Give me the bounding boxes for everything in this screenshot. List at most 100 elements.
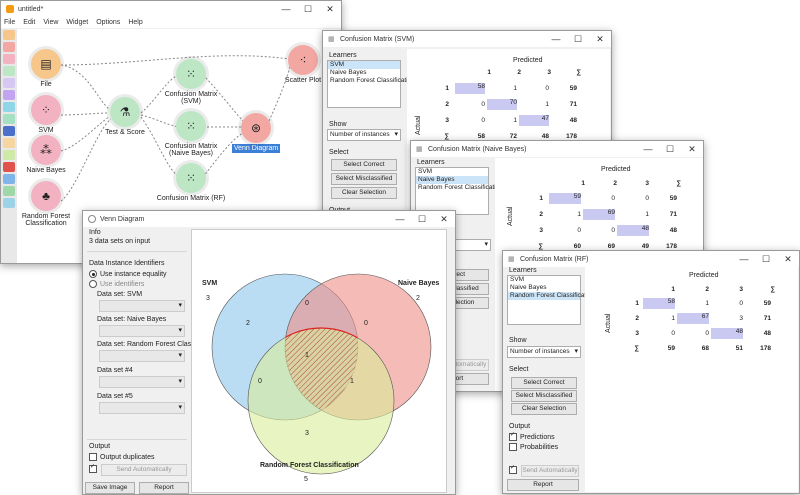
matrix-cell[interactable]: 1 [519,101,549,108]
matrix-cell[interactable]: 1 [487,117,517,124]
close-icon[interactable]: ✕ [681,141,703,157]
matrix-cell[interactable]: 58 [455,83,485,94]
minimize-icon[interactable]: — [733,251,755,267]
minimize-icon[interactable]: — [545,31,567,47]
report-button[interactable]: port [451,373,489,385]
menu-edit[interactable]: Edit [23,19,35,26]
show-combo[interactable]: Number of instances [327,129,401,141]
checkbox-icon[interactable] [89,463,97,473]
node-svm[interactable]: ⁘ SVM [11,95,81,134]
learners-list[interactable]: SVM Naive Bayes Random Forest Classifica… [507,275,595,325]
clear-selection-button[interactable]: Clear Selection [331,187,397,199]
matrix-cell[interactable]: 0 [583,195,615,202]
matrix-cell[interactable]: 47 [519,115,549,126]
menu-options[interactable]: Options [96,19,120,26]
matrix-cell[interactable]: 0 [643,330,675,337]
menu-widget[interactable]: Widget [66,19,88,26]
matrix-cell[interactable]: 0 [519,85,549,92]
list-item[interactable]: Random Forest Classification [508,292,595,300]
matrix-cell[interactable]: 0 [677,330,709,337]
list-item[interactable]: Naive Bayes [416,176,488,184]
send-automatically-button[interactable]: utomatically [451,359,489,371]
checkbox-icon[interactable] [509,464,517,474]
select-misclassified-button[interactable]: classified [451,283,489,295]
maximize-icon[interactable]: ☐ [297,1,319,17]
matrix-cell[interactable]: 48 [711,328,743,339]
instance-equality-radio[interactable]: Use instance equality [89,270,167,278]
matrix-cell[interactable]: 0 [583,227,615,234]
minimize-icon[interactable]: — [275,1,297,17]
matrix-cell[interactable]: 0 [455,117,485,124]
matrix-cell[interactable]: 1 [643,315,675,322]
node-cm-rf[interactable]: ⁙ Confusion Matrix (RF) [156,163,226,202]
matrix-cell[interactable]: 0 [711,300,743,307]
checkbox-icon[interactable] [89,453,97,461]
region-count[interactable]: 0 [258,378,262,385]
select-misclassified-button[interactable]: Select Misclassified [331,173,397,185]
ds-combo[interactable] [99,350,185,362]
matrix-cell[interactable]: 1 [549,211,581,218]
minimize-icon[interactable]: — [389,211,411,227]
node-nb[interactable]: ⁂ Naive Bayes [11,135,81,174]
clear-selection-button[interactable]: Clear Selection [511,403,577,415]
ds-combo[interactable] [99,376,185,388]
close-icon[interactable]: ✕ [433,211,455,227]
node-cm-svm[interactable]: ⁙ Confusion Matrix (SVM) [156,59,226,105]
node-cm-nb[interactable]: ⁙ Confusion Matrix (Naive Bayes) [156,111,226,157]
use-identifiers-radio[interactable]: Use identifiers [89,280,144,288]
minimize-icon[interactable]: — [637,141,659,157]
checkbox-icon[interactable] [509,443,517,451]
matrix-cell[interactable]: 48 [617,225,649,236]
checkbox-icon[interactable] [509,431,517,441]
send-auto-checkbox[interactable] [89,463,100,473]
maximize-icon[interactable]: ☐ [659,141,681,157]
select-correct-button[interactable]: Select Correct [331,159,397,171]
ds-combo[interactable] [99,402,185,414]
menu-view[interactable]: View [43,19,58,26]
save-image-button[interactable]: Save Image [85,482,135,494]
region-count[interactable]: 3 [305,430,309,437]
maximize-icon[interactable]: ☐ [411,211,433,227]
radio-icon[interactable] [89,280,97,288]
list-item[interactable]: SVM [328,61,400,69]
toolbox-data-icon[interactable] [3,30,15,40]
ds-combo[interactable] [99,300,185,312]
output-duplicates-checkbox[interactable]: Output duplicates [89,453,154,461]
matrix-cell[interactable]: 1 [617,211,649,218]
node-file[interactable]: ▤ File [11,49,81,88]
region-count[interactable]: 1 [350,378,354,385]
matrix-cell[interactable]: 70 [487,99,517,110]
maximize-icon[interactable]: ☐ [567,31,589,47]
predictions-checkbox[interactable]: Predictions [509,431,555,441]
report-button[interactable]: Report [507,479,579,491]
matrix-cell[interactable]: 58 [643,298,675,309]
region-count[interactable]: 2 [246,320,250,327]
menu-file[interactable]: File [4,19,15,26]
region-count[interactable]: 0 [305,300,309,307]
close-icon[interactable]: ✕ [777,251,799,267]
send-auto-checkbox[interactable] [509,464,520,474]
matrix-cell[interactable]: 0 [617,195,649,202]
send-automatically-button[interactable]: Send Automatically [101,464,187,476]
region-count[interactable]: 1 [305,352,309,359]
node-test-score[interactable]: ⚗ Test & Score [90,97,160,136]
list-item[interactable]: Naive Bayes [328,69,400,77]
learners-list[interactable]: SVM Naive Bayes Random Forest Classifica… [327,60,415,108]
node-venn[interactable]: ⊛ Venn Diagram [221,113,291,153]
select-correct-button[interactable]: rrect [451,269,489,281]
matrix-cell[interactable]: 69 [583,209,615,220]
maximize-icon[interactable]: ☐ [755,251,777,267]
matrix-cell[interactable]: 1 [487,85,517,92]
learners-list[interactable]: SVM Naive Bayes Random Forest Classifica… [415,167,503,215]
list-item[interactable]: SVM [508,276,580,284]
select-misclassified-button[interactable]: Select Misclassified [511,390,577,402]
close-icon[interactable]: ✕ [319,1,341,17]
clear-selection-button[interactable]: election [451,297,489,309]
matrix-cell[interactable]: 0 [455,101,485,108]
show-combo[interactable]: Number of instances [507,346,581,358]
matrix-cell[interactable]: 67 [677,313,709,324]
list-item[interactable]: Random Forest Classification [416,184,503,192]
probabilities-checkbox[interactable]: Probabilities [509,443,558,451]
list-item[interactable]: Naive Bayes [508,284,580,292]
node-rf[interactable]: ♣ Random Forest Classification [11,181,81,227]
